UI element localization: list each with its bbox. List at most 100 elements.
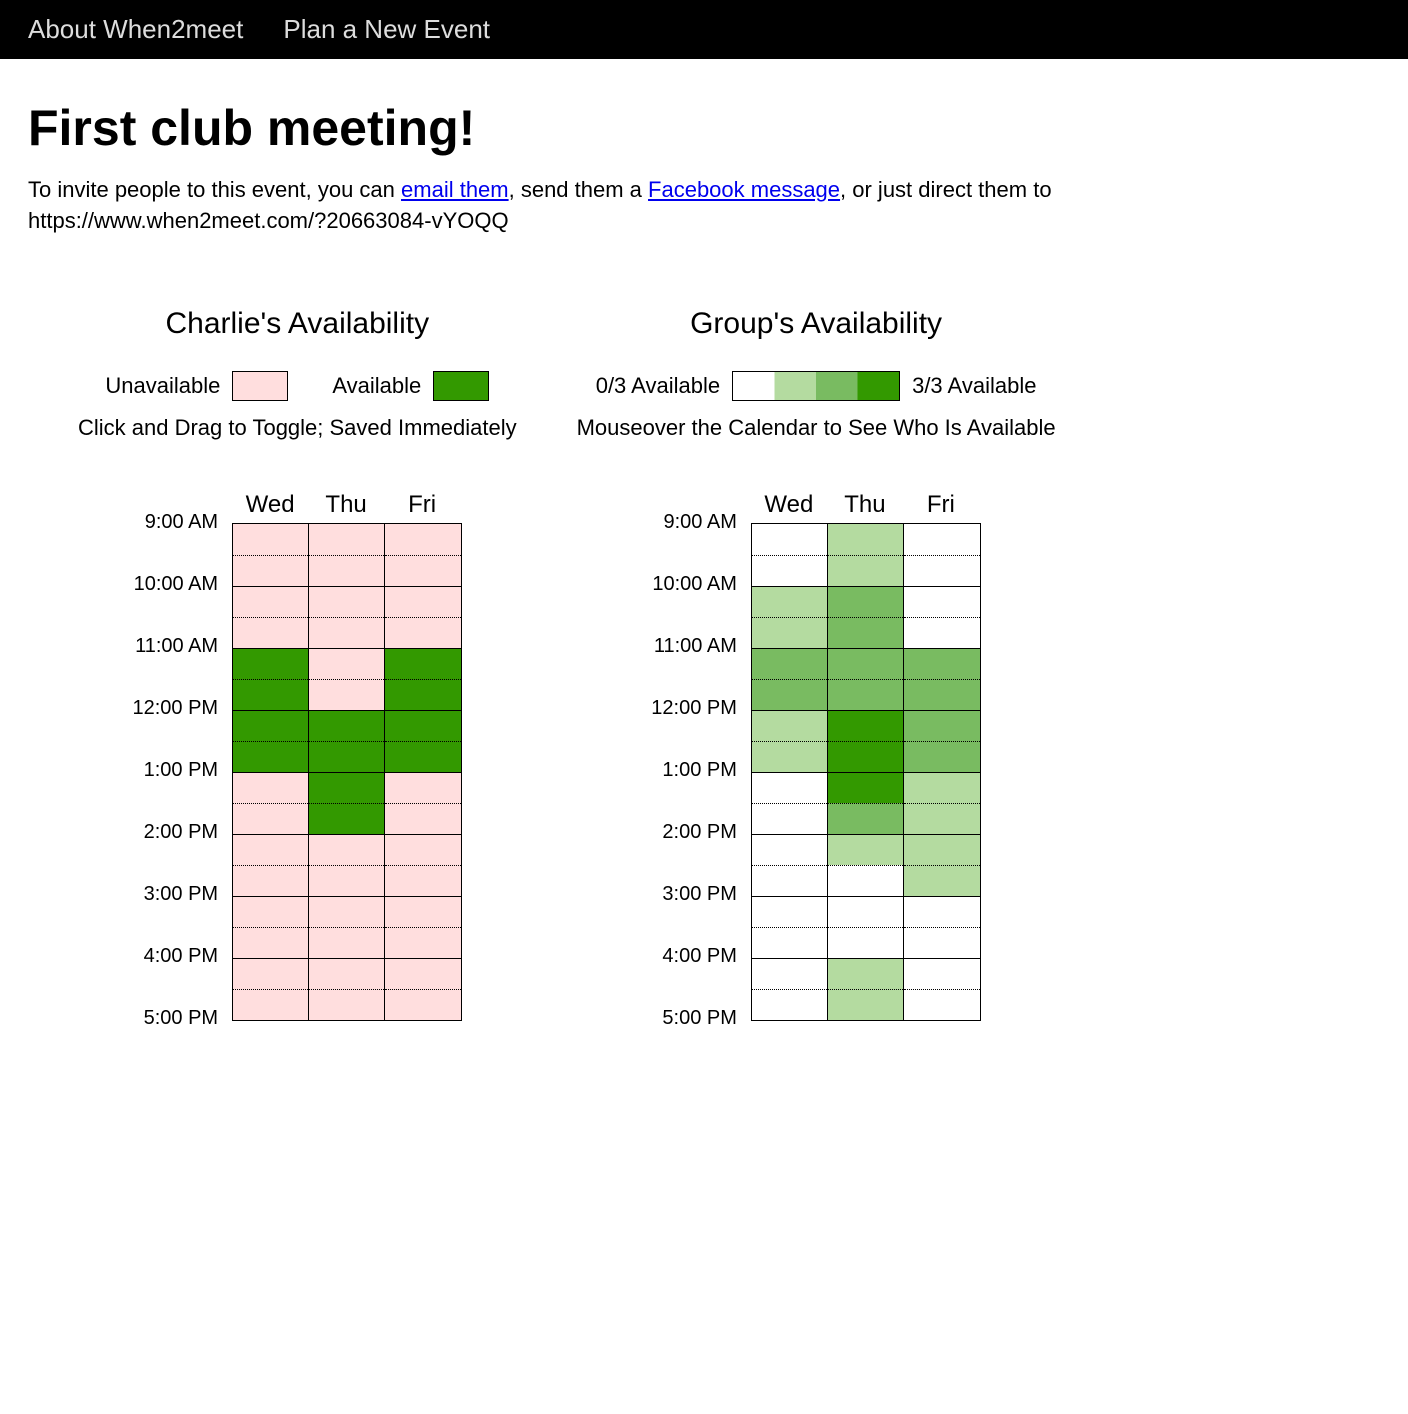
my-slot[interactable] [309, 741, 385, 772]
group-slot[interactable] [828, 710, 904, 741]
my-slot[interactable] [233, 524, 309, 555]
my-slot[interactable] [309, 555, 385, 586]
my-slot[interactable] [385, 772, 461, 803]
my-slot[interactable] [385, 555, 461, 586]
group-slot[interactable] [904, 741, 980, 772]
group-slot[interactable] [752, 586, 828, 617]
my-availability-grid[interactable] [232, 523, 462, 1021]
facebook-message-link[interactable]: Facebook message [648, 177, 840, 202]
my-slot[interactable] [233, 865, 309, 896]
my-slot[interactable] [233, 648, 309, 679]
my-slot[interactable] [309, 772, 385, 803]
my-slot[interactable] [233, 679, 309, 710]
group-slot[interactable] [828, 989, 904, 1020]
my-slot[interactable] [385, 958, 461, 989]
my-slot[interactable] [309, 679, 385, 710]
group-slot[interactable] [828, 524, 904, 555]
group-slot[interactable] [752, 772, 828, 803]
my-slot[interactable] [233, 803, 309, 834]
my-slot[interactable] [233, 741, 309, 772]
group-slot[interactable] [828, 834, 904, 865]
my-slot[interactable] [233, 896, 309, 927]
my-slot[interactable] [309, 896, 385, 927]
group-slot[interactable] [752, 524, 828, 555]
my-slot[interactable] [233, 927, 309, 958]
group-slot[interactable] [904, 524, 980, 555]
group-slot[interactable] [904, 958, 980, 989]
my-slot[interactable] [385, 741, 461, 772]
my-slot[interactable] [309, 617, 385, 648]
nav-about-link[interactable]: About When2meet [28, 14, 243, 45]
my-slot[interactable] [385, 617, 461, 648]
group-slot[interactable] [904, 617, 980, 648]
nav-new-event-link[interactable]: Plan a New Event [283, 14, 490, 45]
group-slot[interactable] [752, 989, 828, 1020]
group-slot[interactable] [904, 865, 980, 896]
my-slot[interactable] [309, 524, 385, 555]
my-slot[interactable] [385, 524, 461, 555]
group-slot[interactable] [828, 741, 904, 772]
group-slot[interactable] [904, 710, 980, 741]
group-availability-grid[interactable] [751, 523, 981, 1021]
group-slot[interactable] [904, 648, 980, 679]
group-slot[interactable] [752, 679, 828, 710]
group-slot[interactable] [752, 555, 828, 586]
group-slot[interactable] [828, 896, 904, 927]
group-slot[interactable] [828, 555, 904, 586]
my-slot[interactable] [385, 834, 461, 865]
group-slot[interactable] [904, 834, 980, 865]
group-slot[interactable] [828, 679, 904, 710]
group-slot[interactable] [904, 679, 980, 710]
group-slot[interactable] [828, 586, 904, 617]
my-slot[interactable] [385, 648, 461, 679]
group-slot[interactable] [904, 555, 980, 586]
group-slot[interactable] [752, 710, 828, 741]
group-slot[interactable] [752, 865, 828, 896]
my-slot[interactable] [233, 555, 309, 586]
group-slot[interactable] [752, 958, 828, 989]
group-slot[interactable] [752, 896, 828, 927]
my-slot[interactable] [233, 617, 309, 648]
my-slot[interactable] [385, 710, 461, 741]
group-slot[interactable] [828, 958, 904, 989]
my-slot[interactable] [309, 989, 385, 1020]
my-slot[interactable] [385, 803, 461, 834]
my-slot[interactable] [385, 679, 461, 710]
group-slot[interactable] [828, 927, 904, 958]
group-slot[interactable] [752, 834, 828, 865]
group-slot[interactable] [752, 741, 828, 772]
group-slot[interactable] [904, 586, 980, 617]
group-slot[interactable] [904, 772, 980, 803]
my-slot[interactable] [385, 989, 461, 1020]
my-slot[interactable] [233, 586, 309, 617]
my-slot[interactable] [309, 648, 385, 679]
my-slot[interactable] [309, 927, 385, 958]
group-slot[interactable] [904, 989, 980, 1020]
my-slot[interactable] [309, 710, 385, 741]
group-slot[interactable] [828, 648, 904, 679]
my-slot[interactable] [309, 958, 385, 989]
group-slot[interactable] [752, 803, 828, 834]
my-slot[interactable] [385, 586, 461, 617]
my-slot[interactable] [233, 710, 309, 741]
my-slot[interactable] [309, 803, 385, 834]
email-them-link[interactable]: email them [401, 177, 509, 202]
group-slot[interactable] [904, 927, 980, 958]
my-slot[interactable] [233, 958, 309, 989]
group-slot[interactable] [828, 865, 904, 896]
my-slot[interactable] [385, 896, 461, 927]
group-slot[interactable] [828, 772, 904, 803]
my-slot[interactable] [309, 834, 385, 865]
group-slot[interactable] [752, 927, 828, 958]
group-slot[interactable] [828, 803, 904, 834]
my-slot[interactable] [233, 772, 309, 803]
group-slot[interactable] [752, 648, 828, 679]
my-slot[interactable] [385, 865, 461, 896]
group-slot[interactable] [828, 617, 904, 648]
group-slot[interactable] [904, 896, 980, 927]
my-slot[interactable] [309, 865, 385, 896]
group-slot[interactable] [904, 803, 980, 834]
group-slot[interactable] [752, 617, 828, 648]
my-slot[interactable] [309, 586, 385, 617]
my-slot[interactable] [233, 989, 309, 1020]
